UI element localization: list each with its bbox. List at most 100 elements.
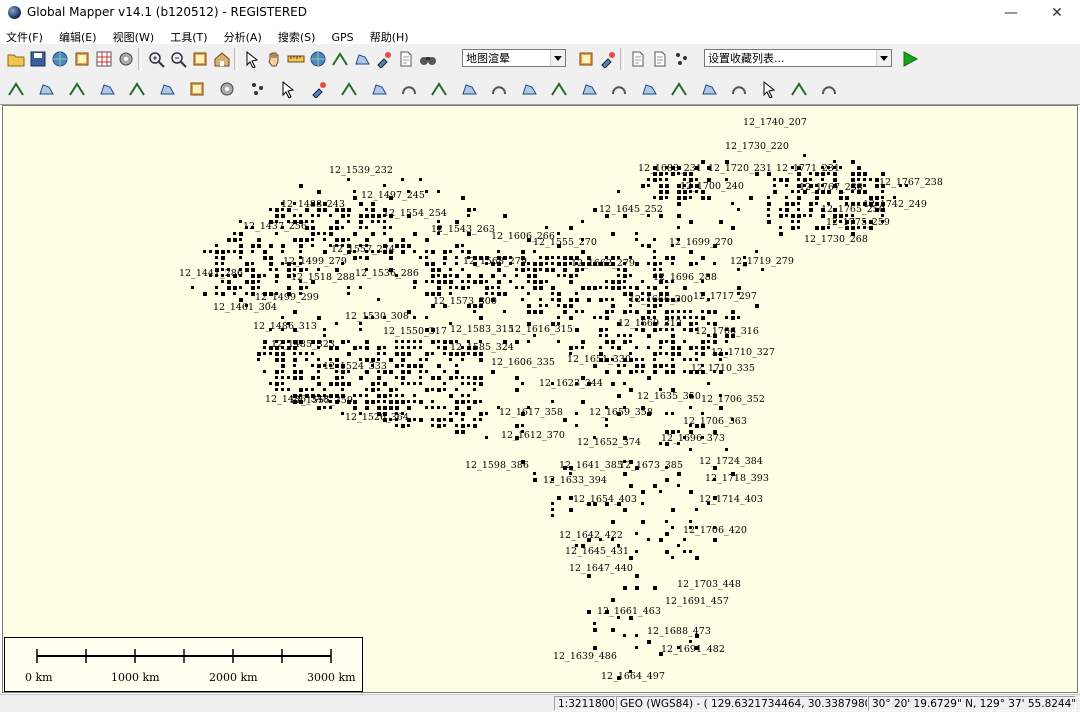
shader-apply-button[interactable] xyxy=(574,47,598,71)
elevation-tile xyxy=(635,586,639,590)
digitize-tool-18-button[interactable] xyxy=(517,77,541,101)
digitize-tool-7-button[interactable] xyxy=(185,77,209,101)
elevation-tile xyxy=(653,196,656,199)
elevation-tile xyxy=(443,352,446,355)
digitize-tool-16-button[interactable] xyxy=(457,77,481,101)
digitize-tool-5-button[interactable] xyxy=(125,77,149,101)
menu-analysis[interactable]: 分析(A) xyxy=(218,27,267,45)
digitize-tool-3-button[interactable] xyxy=(65,77,89,101)
digitize-tool-26-button[interactable] xyxy=(757,77,781,101)
digitizer-button[interactable] xyxy=(372,47,396,71)
zoom-out-icon xyxy=(171,52,187,68)
digitize-tool-25-button[interactable] xyxy=(727,77,751,101)
elevation-tile xyxy=(377,298,380,301)
digitize-tool-1-button[interactable] xyxy=(4,77,28,101)
path-profile-button[interactable] xyxy=(328,47,352,71)
digitize-tool-4-button[interactable] xyxy=(95,77,119,101)
elevation-tile xyxy=(281,214,285,218)
open-button[interactable] xyxy=(4,47,28,71)
zoom-out-button[interactable] xyxy=(166,47,190,71)
zoom-in-button[interactable] xyxy=(144,47,168,71)
elevation-tile xyxy=(677,214,681,218)
elevation-tile xyxy=(737,316,740,319)
digitize-tool-21-button[interactable] xyxy=(607,77,631,101)
digitize-tool-17-button[interactable] xyxy=(487,77,511,101)
elevation-tile xyxy=(593,286,597,290)
digitize-tool-28-button[interactable] xyxy=(817,77,841,101)
elevation-tile xyxy=(611,280,615,284)
menu-view[interactable]: 视图(W) xyxy=(107,27,159,45)
digitize-tool-9-button[interactable] xyxy=(246,77,270,101)
map-view[interactable]: 12_1740_207 12_1730_220 12_1683_231 12_1720… xyxy=(2,105,1078,693)
digitize-tool-20-button[interactable] xyxy=(577,77,601,101)
export-button[interactable] xyxy=(626,47,650,71)
chevron-down-icon[interactable] xyxy=(876,50,891,66)
menu-help[interactable]: 帮助(H) xyxy=(364,27,414,45)
elevation-tile xyxy=(653,256,656,259)
search-button[interactable] xyxy=(416,47,440,71)
filter-button[interactable] xyxy=(394,47,418,71)
elevation-tile xyxy=(731,316,735,320)
close-button[interactable]: ✕ xyxy=(1034,0,1080,26)
elevation-tile xyxy=(635,364,639,368)
digitize-tool-28-icon xyxy=(822,86,836,95)
elevation-tile xyxy=(461,250,464,253)
elevation-tile xyxy=(485,292,488,295)
full-view-button[interactable] xyxy=(188,47,212,71)
home-button[interactable] xyxy=(210,47,234,71)
elevation-tile xyxy=(389,238,393,242)
elevation-tile xyxy=(443,418,446,421)
digitize-tool-27-button[interactable] xyxy=(787,77,811,101)
menu-edit[interactable]: 编辑(E) xyxy=(53,27,102,45)
chevron-down-icon[interactable] xyxy=(550,50,565,66)
digitize-tool-13-button[interactable] xyxy=(367,77,391,101)
digitize-tool-2-button[interactable] xyxy=(34,77,58,101)
elevation-tile xyxy=(431,400,434,403)
save-button[interactable] xyxy=(26,47,50,71)
gps-button[interactable] xyxy=(670,47,694,71)
menu-file[interactable]: 文件(F) xyxy=(0,27,48,45)
digitize-tool-8-button[interactable] xyxy=(215,77,239,101)
grid-button[interactable] xyxy=(92,47,116,71)
elevation-tile xyxy=(401,244,405,248)
digitize-tool-10-button[interactable] xyxy=(276,77,300,101)
elevation-tile xyxy=(557,232,560,235)
menu-search[interactable]: 搜索(S) xyxy=(272,27,321,45)
elevation-tile xyxy=(353,346,357,350)
elevation-tile xyxy=(569,274,573,278)
digitize-tool-24-button[interactable] xyxy=(697,77,721,101)
pan-button[interactable] xyxy=(262,47,286,71)
feature-info-button[interactable] xyxy=(306,47,330,71)
elevation-tile xyxy=(671,346,675,350)
run-button[interactable] xyxy=(898,47,922,71)
pointer-button[interactable] xyxy=(240,47,264,71)
digitize-tool-12-button[interactable] xyxy=(337,77,361,101)
digitize-tool-11-button[interactable] xyxy=(307,77,331,101)
config-button[interactable] xyxy=(114,47,138,71)
elevation-tile xyxy=(419,346,422,349)
digitize-tool-23-button[interactable] xyxy=(667,77,691,101)
bookmark-select[interactable]: 设置收藏列表... xyxy=(704,49,892,67)
shader-select[interactable]: 地图渲晕 xyxy=(462,49,566,67)
elevation-tile xyxy=(323,334,326,337)
elevation-tile xyxy=(281,364,285,368)
elevation-tile xyxy=(401,382,404,385)
elevation-tile xyxy=(719,358,722,361)
elevation-tile xyxy=(275,382,279,386)
elevation-tile xyxy=(359,226,362,229)
elevation-tile xyxy=(377,382,380,385)
print-button[interactable] xyxy=(648,47,672,71)
elevation-tile xyxy=(431,424,434,427)
digitize-tool-15-button[interactable] xyxy=(427,77,451,101)
digitize-tool-22-button[interactable] xyxy=(637,77,661,101)
menu-tools[interactable]: 工具(T) xyxy=(164,27,212,45)
menu-gps[interactable]: GPS xyxy=(326,29,359,44)
measure-button[interactable] xyxy=(284,47,308,71)
digitize-tool-19-button[interactable] xyxy=(547,77,571,101)
layers-button[interactable] xyxy=(70,47,94,71)
3d-view-button[interactable] xyxy=(350,47,374,71)
globe-button[interactable] xyxy=(48,47,72,71)
digitize-tool-6-button[interactable] xyxy=(155,77,179,101)
digitize-tool-14-button[interactable] xyxy=(397,77,421,101)
shader-config-button[interactable] xyxy=(596,47,620,71)
